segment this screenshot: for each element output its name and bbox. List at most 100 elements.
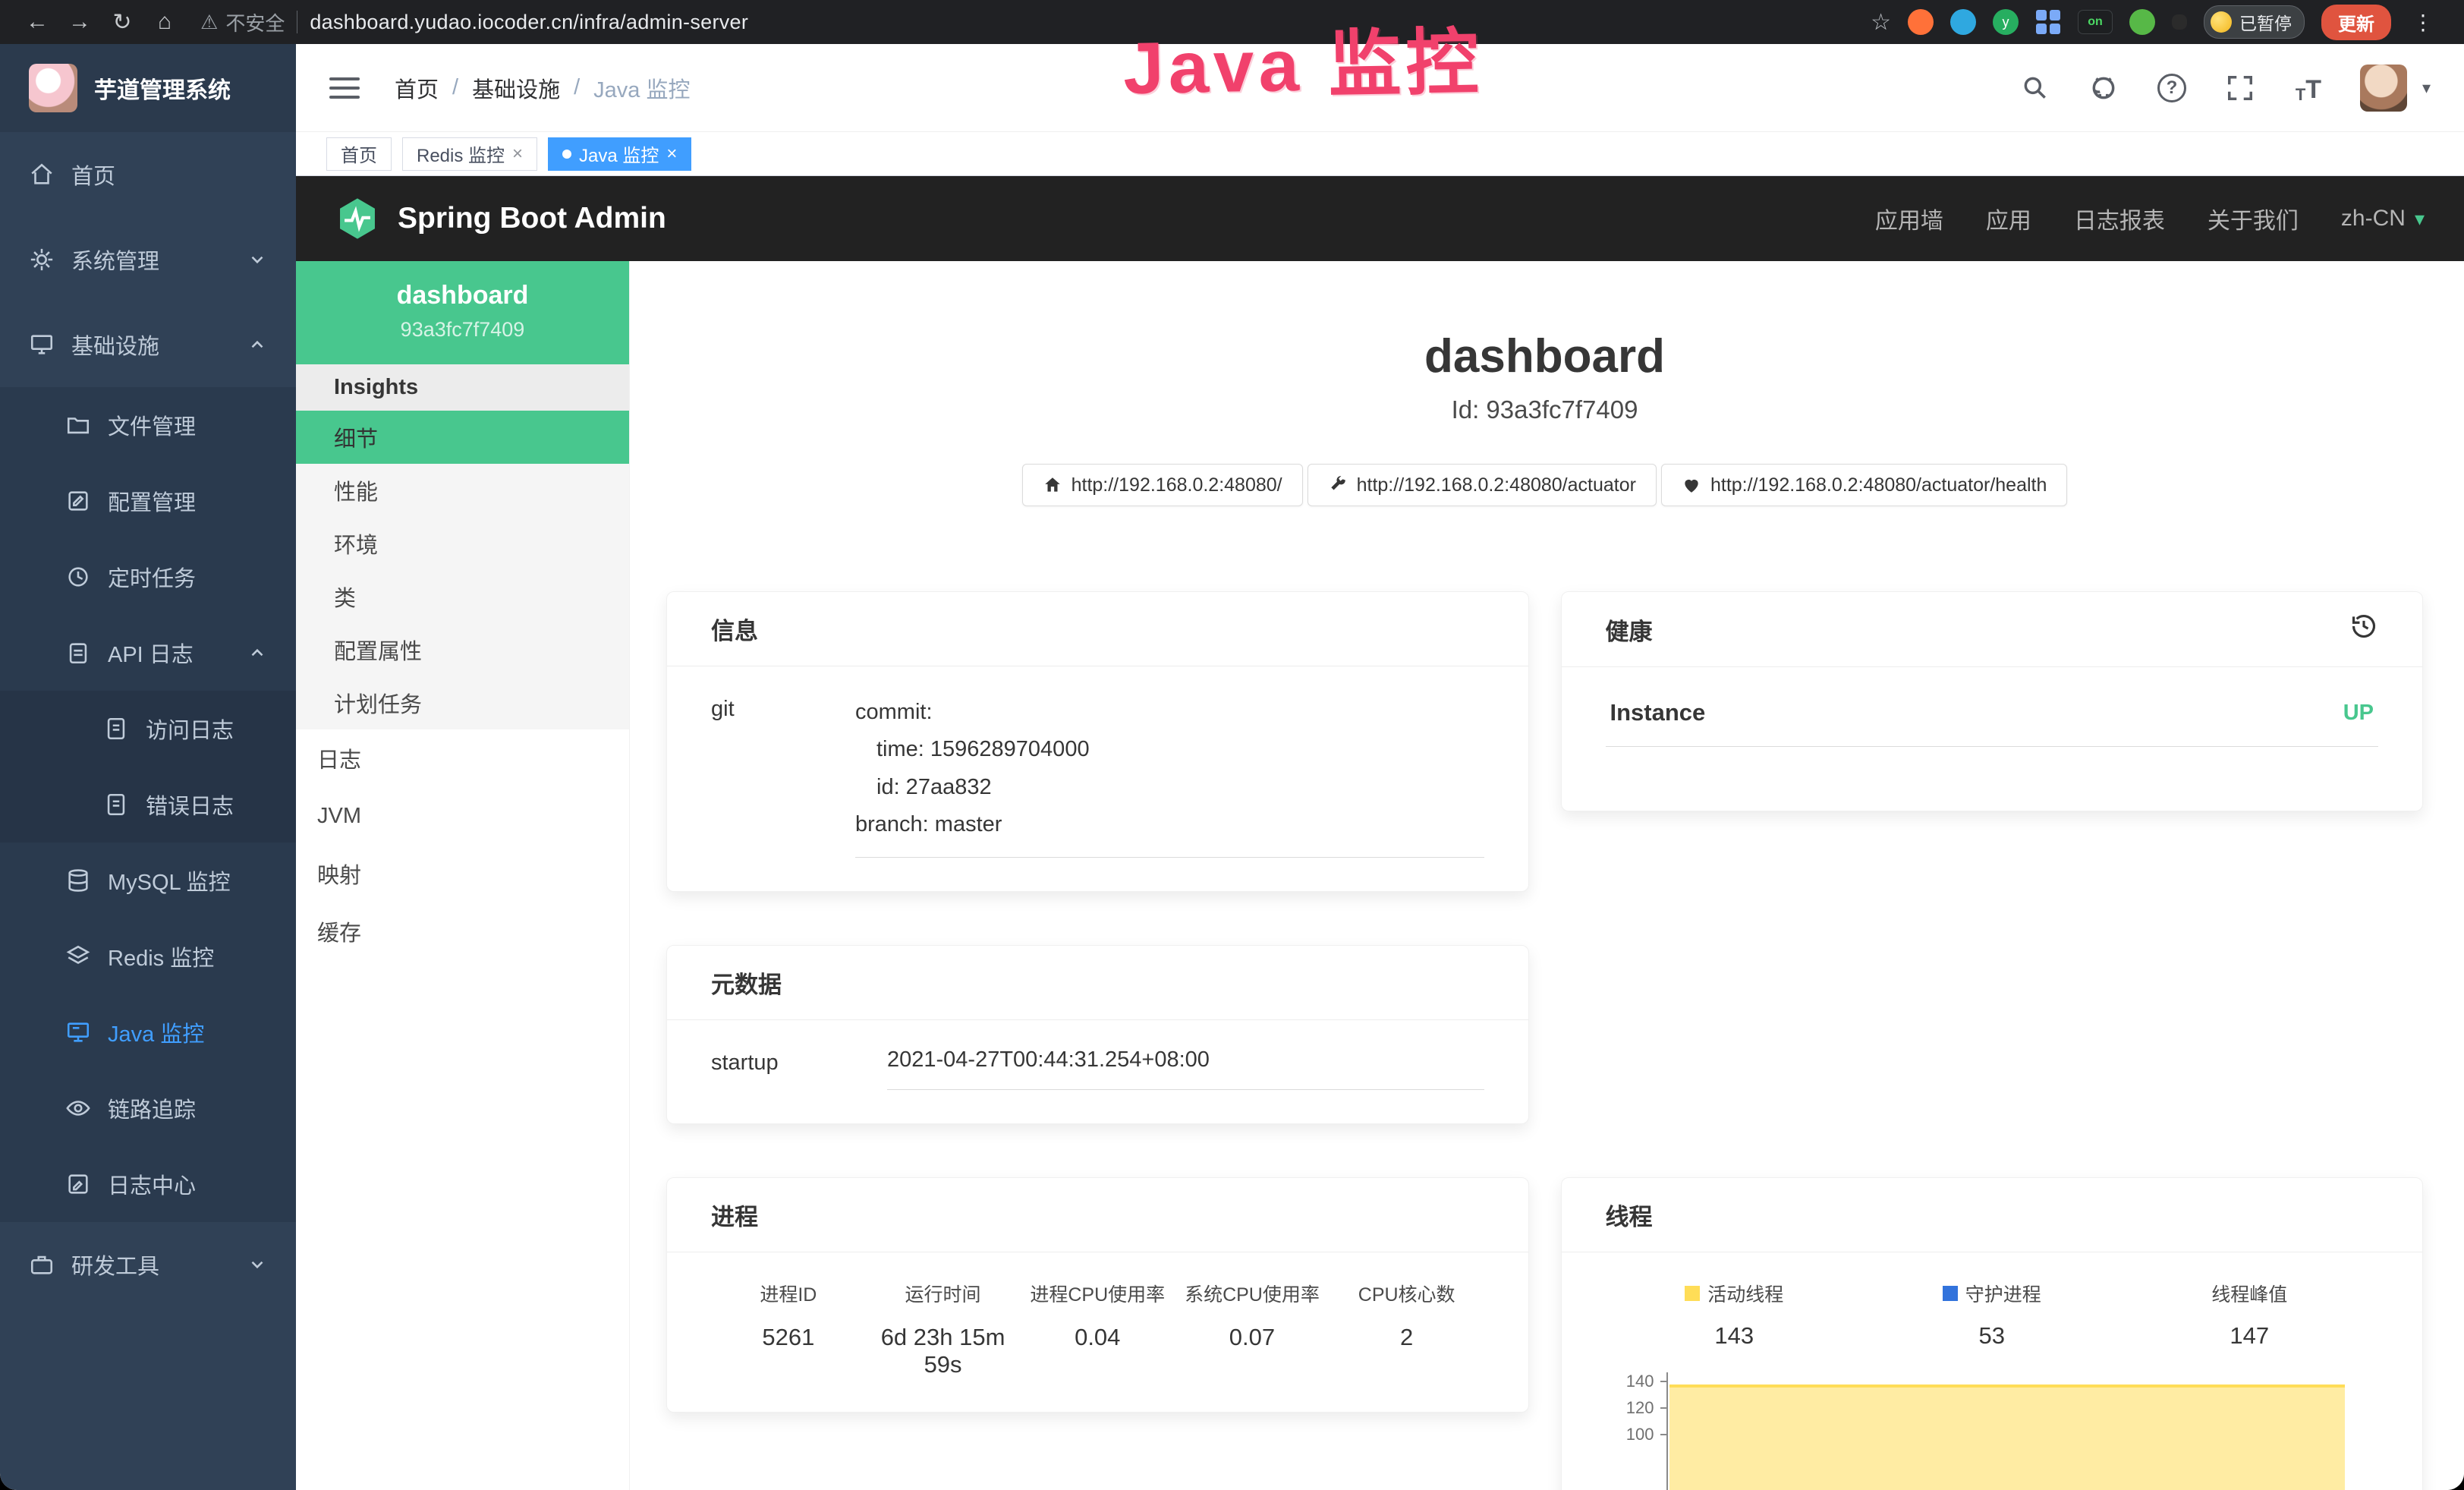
sidebar-item-access-log[interactable]: 访问日志 [0, 691, 296, 767]
eye-icon [65, 1095, 91, 1121]
page-title: dashboard [666, 329, 2423, 383]
metadata-card: 元数据 startup 2021-04-27T00:44:31.254+08:0… [666, 945, 1529, 1124]
sba-item-details[interactable]: 细节 [296, 411, 629, 464]
sba-locale-select[interactable]: zh-CN ▾ [2341, 206, 2425, 232]
git-time-line: time: 1596289704000 [855, 731, 1484, 768]
instance-root-link[interactable]: http://192.168.0.2:48080/ [1022, 464, 1303, 506]
tab-label: Redis 监控 [417, 140, 505, 167]
info-git-row: git commit: time: 1596289704000 id: 27aa… [711, 694, 1484, 858]
health-card: 健康 Instance UP [1561, 591, 2424, 811]
reload-icon[interactable]: ↻ [105, 9, 140, 36]
sidebar-item-log-center[interactable]: 日志中心 [0, 1146, 296, 1222]
sidebar-item-home[interactable]: 首页 [0, 132, 296, 217]
sidebar-item-trace[interactable]: 链路追踪 [0, 1070, 296, 1146]
monitor-icon [29, 332, 55, 358]
col-value: 0.07 [1175, 1324, 1330, 1351]
tab-home[interactable]: 首页 [326, 137, 392, 171]
document-icon [103, 716, 129, 742]
sba-instance-header[interactable]: dashboard 93a3fc7f7409 [296, 261, 629, 364]
sidebar-item-config[interactable]: 配置管理 [0, 463, 296, 539]
sba-brand[interactable]: Spring Boot Admin [335, 197, 666, 241]
browser-chrome: ← → ↻ ⌂ ⚠ 不安全 dashboard.yudao.iocoder.cn… [0, 0, 2464, 44]
gear-icon [29, 247, 55, 272]
instance-health-link[interactable]: http://192.168.0.2:48080/actuator/health [1661, 464, 2067, 506]
edit-icon [65, 488, 91, 514]
toolbox-icon [29, 1252, 55, 1277]
sidebar-item-job[interactable]: 定时任务 [0, 539, 296, 615]
paused-badge[interactable]: 已暂停 [2204, 5, 2305, 39]
process-col: 进程ID 5261 [711, 1280, 866, 1378]
tab-label: Java 监控 [579, 140, 659, 167]
app-title: 芋道管理系统 [94, 71, 231, 105]
sba-item-mappings[interactable]: 映射 [296, 845, 629, 903]
info-card-title: 信息 [667, 592, 1528, 666]
bookmark-star-icon[interactable]: ☆ [1871, 9, 1891, 36]
help-icon[interactable]: ? [2155, 71, 2189, 105]
tab-java[interactable]: Java 监控 × [548, 137, 691, 171]
sidebar-item-error-log[interactable]: 错误日志 [0, 767, 296, 843]
sba-logo-icon [335, 197, 379, 241]
sidebar-item-label: Java 监控 [108, 1016, 204, 1048]
metadata-card-title: 元数据 [667, 946, 1528, 1020]
sba-item-jvm[interactable]: JVM [296, 787, 629, 845]
url-text[interactable]: dashboard.yudao.iocoder.cn/infra/admin-s… [310, 11, 748, 34]
breadcrumb-home[interactable]: 首页 [395, 72, 439, 104]
sidebar-item-api-log[interactable]: API 日志 [0, 615, 296, 691]
sidebar-item-system[interactable]: 系统管理 [0, 217, 296, 302]
extension-icon[interactable] [1908, 9, 1934, 35]
sba-nav-about[interactable]: 关于我们 [2208, 202, 2299, 235]
extension-icon[interactable] [2129, 9, 2155, 35]
extension-grid-icon[interactable] [2035, 9, 2061, 35]
sba-item-scheduled-tasks[interactable]: 计划任务 [296, 676, 629, 729]
fullscreen-icon[interactable] [2223, 71, 2257, 105]
sba-item-config-props[interactable]: 配置属性 [296, 623, 629, 676]
y-tick: 120 [1626, 1398, 1654, 1418]
sidebar-item-java[interactable]: Java 监控 [0, 994, 296, 1070]
search-icon[interactable] [2019, 71, 2052, 105]
address-bar[interactable]: ⚠ 不安全 dashboard.yudao.iocoder.cn/infra/a… [200, 8, 748, 36]
avatar-caret-icon[interactable]: ▾ [2422, 78, 2431, 98]
tab-redis[interactable]: Redis 监控 × [402, 137, 537, 171]
paused-label: 已暂停 [2239, 9, 2292, 35]
extension-icon[interactable] [2172, 14, 2187, 30]
link-label: http://192.168.0.2:48080/actuator/health [1710, 474, 2047, 496]
sba-item-classes[interactable]: 类 [296, 570, 629, 623]
startup-value: 2021-04-27T00:44:31.254+08:00 [887, 1047, 1484, 1090]
extension-icon[interactable]: y [1993, 9, 2019, 35]
col-value: 0.04 [1020, 1324, 1175, 1351]
history-icon[interactable] [2349, 612, 2378, 647]
close-icon[interactable]: × [512, 143, 523, 165]
warning-icon: ⚠ [200, 11, 218, 34]
forward-icon[interactable]: → [62, 9, 97, 35]
sidebar-item-file[interactable]: 文件管理 [0, 387, 296, 463]
sidebar-item-infra[interactable]: 基础设施 [0, 302, 296, 387]
back-icon[interactable]: ← [20, 9, 55, 35]
sidebar-item-mysql[interactable]: MySQL 监控 [0, 843, 296, 918]
breadcrumb-section[interactable]: 基础设施 [472, 72, 560, 104]
threads-card: 线程 活动线程 143 守护进程 [1561, 1177, 2424, 1490]
sba-item-caches[interactable]: 缓存 [296, 903, 629, 960]
github-icon[interactable] [2087, 71, 2120, 105]
instance-actuator-link[interactable]: http://192.168.0.2:48080/actuator [1308, 464, 1657, 506]
sidebar-item-redis[interactable]: Redis 监控 [0, 918, 296, 994]
col-header: 进程ID [711, 1280, 866, 1307]
user-avatar[interactable] [2360, 65, 2407, 112]
sba-nav-wallboard[interactable]: 应用墙 [1875, 202, 1943, 235]
browser-menu-kebab-icon[interactable]: ⋮ [2412, 10, 2434, 35]
hamburger-icon[interactable] [329, 77, 360, 99]
extension-icon[interactable] [1950, 9, 1976, 35]
extension-on-toggle-icon[interactable]: on [2078, 10, 2113, 34]
sidebar-item-label: API 日志 [108, 637, 194, 669]
info-card: 信息 git commit: time: 1596289704000 id: 2… [666, 591, 1529, 892]
sidebar-item-devtools[interactable]: 研发工具 [0, 1222, 296, 1307]
not-secure-warning[interactable]: ⚠ 不安全 [200, 8, 285, 36]
sba-item-environment[interactable]: 环境 [296, 517, 629, 570]
sba-nav-applications[interactable]: 应用 [1986, 202, 2031, 235]
font-size-icon[interactable]: TT [2292, 71, 2325, 105]
sba-item-performance[interactable]: 性能 [296, 464, 629, 517]
home-icon[interactable]: ⌂ [147, 9, 182, 35]
update-button[interactable]: 更新 [2321, 5, 2391, 40]
close-icon[interactable]: × [666, 143, 677, 165]
sba-item-logs[interactable]: 日志 [296, 729, 629, 787]
sba-nav-journal[interactable]: 日志报表 [2074, 202, 2165, 235]
